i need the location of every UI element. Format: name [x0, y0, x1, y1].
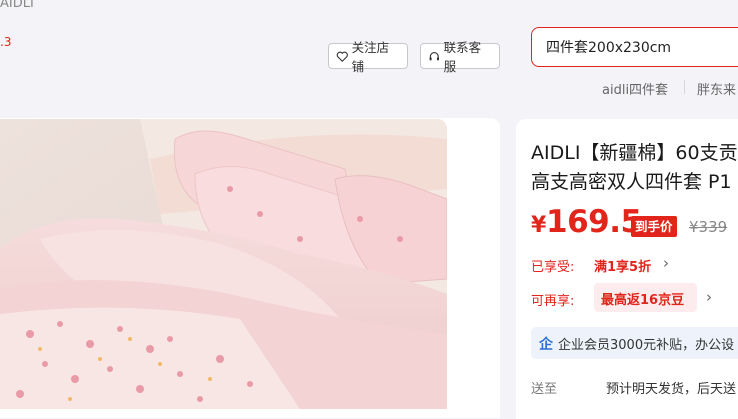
- chevron-right-icon[interactable]: ›: [663, 254, 669, 272]
- divider: [684, 80, 685, 94]
- promo-label-applied: 已享受:: [531, 260, 575, 275]
- promo-applied[interactable]: 满1享5折: [594, 256, 651, 275]
- contact-service-button[interactable]: 联系客服: [420, 40, 500, 74]
- store-rating: .3: [0, 35, 12, 49]
- follow-store-button[interactable]: 关注店铺: [328, 40, 408, 74]
- product-title: AIDLI【新疆棉】60支贡 高支高密双人四件套 P1: [531, 142, 738, 193]
- follow-store-label: 关注店铺: [351, 40, 390, 74]
- promo-extra[interactable]: 最高返16京豆: [601, 289, 684, 308]
- product-main-image[interactable]: [0, 119, 447, 409]
- price-tag: 到手价: [631, 216, 677, 237]
- chevron-right-icon[interactable]: ›: [706, 288, 712, 306]
- hot-search-term[interactable]: 胖东来: [697, 79, 736, 98]
- enterprise-member-text: 企业会员3000元补贴，办公设: [558, 338, 735, 353]
- hot-search-term[interactable]: aidli四件套: [602, 79, 668, 98]
- enterprise-icon: 企: [539, 337, 553, 353]
- price-currency: ¥: [531, 213, 547, 238]
- current-price: 169.5: [546, 204, 642, 240]
- contact-service-label: 联系客服: [443, 40, 482, 74]
- shipping-estimate[interactable]: 预计明天发货，后天送: [606, 378, 736, 397]
- heart-icon: [336, 51, 348, 62]
- shipping-label: 送至: [531, 382, 558, 397]
- headset-icon: [429, 51, 440, 60]
- original-price: ¥339: [689, 218, 728, 236]
- search-input[interactable]: 四件套200x230cm: [531, 27, 738, 67]
- promo-label-extra: 可再享:: [531, 294, 575, 309]
- breadcrumb[interactable]: AIDLI: [0, 0, 34, 11]
